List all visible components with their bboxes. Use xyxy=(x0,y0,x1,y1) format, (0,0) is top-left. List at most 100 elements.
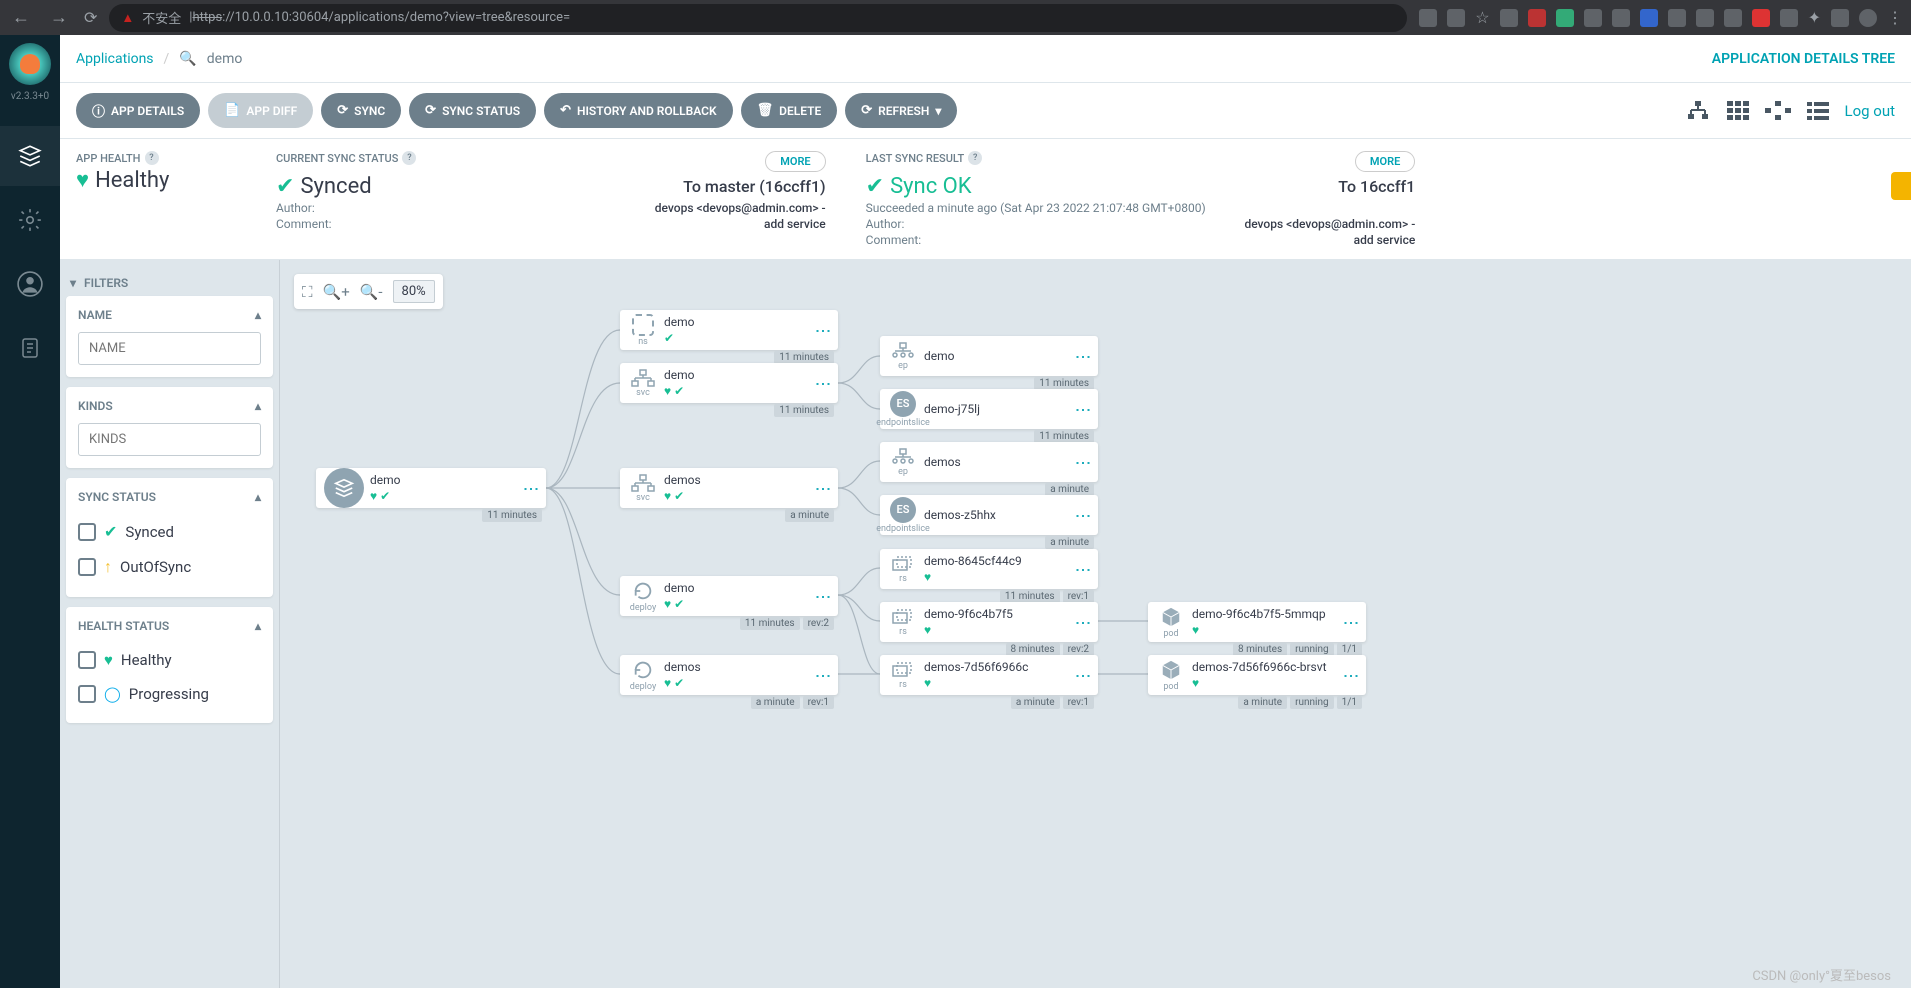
breadcrumb-applications[interactable]: Applications xyxy=(76,51,154,67)
url-bar[interactable]: ▲ 不安全 | https://10.0.0.10:30604/applicat… xyxy=(109,4,1407,32)
sync-button[interactable]: ⟳SYNC xyxy=(321,93,401,128)
filter-option-progressing[interactable]: ◯Progressing xyxy=(78,677,261,711)
ext-icon[interactable] xyxy=(1447,9,1465,27)
node-es-demo[interactable]: ESendpointslice demo-j75lj 11 minutes xyxy=(880,389,1098,429)
help-icon[interactable]: ? xyxy=(402,151,416,165)
kinds-input[interactable] xyxy=(78,423,261,456)
node-menu-button[interactable] xyxy=(1076,508,1090,523)
collapse-icon[interactable]: ▴ xyxy=(255,399,261,413)
checkbox[interactable] xyxy=(78,523,96,541)
node-menu-button[interactable] xyxy=(816,376,830,391)
node-pod-2[interactable]: pod demos-7d56f6966c-brsvt♥ a minuterunn… xyxy=(1148,655,1366,695)
zoom-in-button[interactable]: 🔍+ xyxy=(323,283,350,301)
synced-icon: ✔ xyxy=(104,522,117,541)
filter-option-outofsync[interactable]: ↑OutOfSync xyxy=(78,549,261,585)
view-tree-button[interactable] xyxy=(1684,99,1712,123)
node-menu-button[interactable] xyxy=(1344,668,1358,683)
node-menu-button[interactable] xyxy=(1076,402,1090,417)
app-diff-button[interactable]: 📄APP DIFF xyxy=(208,93,313,128)
ext-icon[interactable] xyxy=(1556,9,1574,27)
node-es-demos[interactable]: ESendpointslice demos-z5hhx a minute xyxy=(880,495,1098,535)
node-svc-demo[interactable]: svc demo♥✔ 11 minutes xyxy=(620,363,838,403)
author-label: Author: xyxy=(276,201,315,215)
profile-icon[interactable] xyxy=(1859,9,1877,27)
nav-docs[interactable] xyxy=(0,318,60,378)
node-menu-button[interactable] xyxy=(1344,615,1358,630)
sync-status-button[interactable]: ⟳SYNC STATUS xyxy=(409,93,536,128)
heart-icon: ♥ xyxy=(76,167,89,193)
ext-icon[interactable] xyxy=(1500,9,1518,27)
node-ep-demos[interactable]: ep demos a minute xyxy=(880,442,1098,482)
collapse-icon[interactable]: ▴ xyxy=(255,490,261,504)
extensions-icon[interactable]: ✦ xyxy=(1808,8,1821,27)
zoom-value: 80% xyxy=(393,280,435,303)
view-grid-button[interactable] xyxy=(1724,99,1752,123)
help-icon[interactable]: ? xyxy=(968,151,982,165)
node-rs-2[interactable]: rs demo-9f6c4b7f5♥ 8 minutesrev:2 xyxy=(880,602,1098,642)
reload-button[interactable]: ⟳ xyxy=(84,8,97,27)
insecure-label: 不安全 xyxy=(142,8,181,27)
refresh-button[interactable]: ⟳REFRESH ▾ xyxy=(845,93,957,128)
more-button[interactable]: MORE xyxy=(765,151,825,172)
ext-icon[interactable] xyxy=(1584,9,1602,27)
node-menu-button[interactable] xyxy=(1076,455,1090,470)
view-network-button[interactable] xyxy=(1764,99,1792,123)
node-menu-button[interactable] xyxy=(524,481,538,496)
node-menu-button[interactable] xyxy=(816,668,830,683)
filter-option-synced[interactable]: ✔Synced xyxy=(78,514,261,549)
ext-icon[interactable] xyxy=(1696,9,1714,27)
node-ep-demo[interactable]: ep demo 11 minutes xyxy=(880,336,1098,376)
name-input[interactable] xyxy=(78,332,261,365)
ext-icon[interactable] xyxy=(1724,9,1742,27)
ext-icon[interactable] xyxy=(1780,9,1798,27)
help-icon[interactable]: ? xyxy=(145,151,159,165)
nav-settings[interactable] xyxy=(0,190,60,250)
outofsync-icon: ↑ xyxy=(104,557,112,577)
checkbox[interactable] xyxy=(78,558,96,576)
ext-icon[interactable] xyxy=(1668,9,1686,27)
filter-option-healthy[interactable]: ♥Healthy xyxy=(78,643,261,677)
nav-user[interactable] xyxy=(0,254,60,314)
app-details-button[interactable]: ⓘAPP DETAILS xyxy=(76,93,200,128)
zoom-out-button[interactable]: 🔍- xyxy=(360,283,383,301)
collapse-icon[interactable]: ▴ xyxy=(255,619,261,633)
view-list-button[interactable] xyxy=(1804,99,1832,123)
nav-applications[interactable] xyxy=(0,126,60,186)
filter-card-name: NAME▴ xyxy=(66,296,273,377)
zoom-fit-button[interactable]: ⛶ xyxy=(302,283,313,301)
ext-icon[interactable] xyxy=(1640,9,1658,27)
node-deploy-demo[interactable]: deploy demo♥✔ 11 minutesrev:2 xyxy=(620,576,838,616)
ext-icon[interactable] xyxy=(1612,9,1630,27)
node-ns[interactable]: ns demo✔ 11 minutes xyxy=(620,310,838,350)
node-rs-1[interactable]: rs demo-8645cf44c9♥ 11 minutesrev:1 xyxy=(880,549,1098,589)
node-menu-button[interactable] xyxy=(1076,349,1090,364)
ext-icon[interactable] xyxy=(1752,9,1770,27)
argo-logo xyxy=(9,43,51,85)
node-app-root[interactable]: demo♥✔ 11 minutes xyxy=(316,468,546,508)
node-rs-3[interactable]: rs demos-7d56f6966c♥ a minuterev:1 xyxy=(880,655,1098,695)
delete-button[interactable]: 🗑DELETE xyxy=(741,93,838,128)
menu-icon[interactable]: ⋮ xyxy=(1887,8,1903,27)
node-pod-1[interactable]: pod demo-9f6c4b7f5-5mmqp♥ 8 minutesrunni… xyxy=(1148,602,1366,642)
node-menu-button[interactable] xyxy=(816,323,830,338)
checkbox[interactable] xyxy=(78,651,96,669)
logout-link[interactable]: Log out xyxy=(1844,102,1895,120)
more-button[interactable]: MORE xyxy=(1355,151,1415,172)
ext-icon[interactable] xyxy=(1419,9,1437,27)
ext-icon[interactable] xyxy=(1528,9,1546,27)
tree-area[interactable]: ⛶ 🔍+ 🔍- 80% xyxy=(280,260,1911,988)
node-deploy-demos[interactable]: deploy demos♥✔ a minuterev:1 xyxy=(620,655,838,695)
node-menu-button[interactable] xyxy=(1076,615,1090,630)
collapse-icon[interactable]: ▴ xyxy=(255,308,261,322)
node-menu-button[interactable] xyxy=(1076,562,1090,577)
forward-button[interactable]: → xyxy=(46,7,72,28)
history-button[interactable]: ↶HISTORY AND ROLLBACK xyxy=(544,93,733,128)
back-button[interactable]: ← xyxy=(8,7,34,28)
checkbox[interactable] xyxy=(78,685,96,703)
node-svc-demos[interactable]: svc demos♥✔ a minute xyxy=(620,468,838,508)
node-menu-button[interactable] xyxy=(1076,668,1090,683)
star-icon[interactable]: ☆ xyxy=(1475,8,1489,27)
ext-icon[interactable] xyxy=(1831,9,1849,27)
node-menu-button[interactable] xyxy=(816,481,830,496)
node-menu-button[interactable] xyxy=(816,589,830,604)
